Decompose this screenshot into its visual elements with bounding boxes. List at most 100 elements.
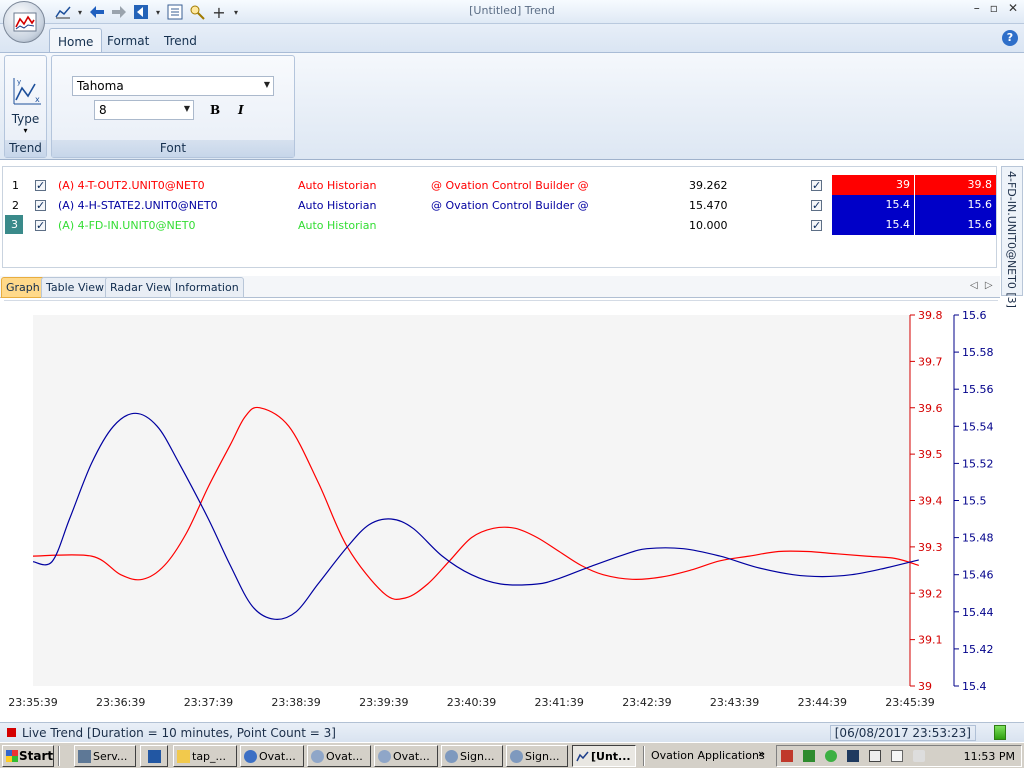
x-tick-label: 23:45:39 — [885, 696, 934, 709]
taskbar-button-label: Sign... — [525, 750, 560, 763]
x-tick-label: 23:43:39 — [710, 696, 759, 709]
plot-area — [33, 315, 910, 686]
taskbar-button-folder[interactable]: tap_... — [173, 745, 237, 767]
application-menu-button[interactable] — [3, 1, 45, 43]
y-tick-label: 15.4 — [962, 680, 987, 693]
pen-scale-low: 15.4 — [832, 195, 914, 215]
taskbar-button-ovation-1[interactable]: Ovat... — [240, 745, 304, 767]
chevron-right-icon[interactable]: » — [758, 747, 765, 760]
volume-muted-icon[interactable] — [913, 750, 925, 762]
y-tick-label: 15.54 — [962, 420, 994, 433]
chevron-down-icon: ▼ — [183, 104, 190, 113]
taskbar-button-trend[interactable]: [Unt... — [572, 745, 636, 767]
pen-scale-checkbox[interactable]: ✓ — [811, 220, 822, 231]
taskbar-button-server[interactable]: Serv... — [74, 745, 136, 767]
pen-scale-checkbox[interactable]: ✓ — [811, 180, 822, 191]
clock: 11:53 PM — [963, 750, 1015, 763]
x-tick-label: 23:39:39 — [359, 696, 408, 709]
taskbar-button-signal-2[interactable]: Sign... — [506, 745, 568, 767]
taskbar-separator — [58, 746, 60, 766]
tab-format[interactable]: Format — [99, 28, 157, 52]
x-tick-label: 23:40:39 — [447, 696, 496, 709]
chevron-down-icon[interactable]: ▾ — [5, 126, 46, 135]
tab-radar-view[interactable]: Radar View — [105, 277, 177, 298]
windows-logo-icon — [6, 750, 18, 762]
font-size-value: 8 — [99, 103, 107, 117]
x-tick-label: 23:41:39 — [534, 696, 583, 709]
binoculars-icon[interactable] — [847, 750, 859, 762]
taskbar-button-label: Ovat... — [326, 750, 363, 763]
trend-chart[interactable]: 23:35:39 23:36:39 23:37:39 23:38:39 23:39:39… — [4, 301, 998, 713]
tab-information[interactable]: Information — [170, 277, 244, 298]
tab-home[interactable]: Home — [49, 28, 103, 52]
live-status-indicator — [7, 728, 16, 737]
monitor-icon[interactable] — [891, 750, 903, 762]
tab-table-view[interactable]: Table View — [41, 277, 110, 298]
pen-index: 2 — [12, 199, 19, 212]
bold-button[interactable]: B — [210, 103, 220, 117]
tab-trend[interactable]: Trend — [156, 28, 205, 52]
type-button-label[interactable]: Type — [5, 112, 46, 126]
toolbar-label[interactable]: Ovation Applications — [651, 749, 765, 762]
y-tick-label: 39.3 — [918, 541, 943, 554]
shield-icon[interactable] — [781, 750, 793, 762]
graph-panel: 23:35:39 23:36:39 23:37:39 23:38:39 23:39:39… — [4, 300, 998, 712]
tab-graph[interactable]: Graph — [1, 277, 45, 298]
taskbar: Start Serv... tap_... Ovat... Ovat... Ov… — [0, 742, 1024, 768]
powershell-icon — [148, 750, 161, 763]
pen-value: 10.000 — [689, 219, 728, 232]
font-name-select[interactable]: Tahoma ▼ — [72, 76, 274, 96]
pen-builder: @ Ovation Control Builder @ — [431, 199, 589, 212]
y-tick-label: 15.48 — [962, 532, 994, 545]
pen-side-tab[interactable]: 4-FD-IN.UNIT0@NET0 [3] — [1001, 166, 1023, 308]
y-tick-label: 39.1 — [918, 634, 943, 647]
taskbar-separator — [643, 746, 645, 766]
taskbar-button-ovation-3[interactable]: Ovat... — [374, 745, 438, 767]
pen-visible-checkbox[interactable]: ✓ — [35, 200, 46, 211]
taskbar-button-powershell[interactable] — [140, 745, 168, 767]
connection-status-icon — [994, 725, 1006, 740]
taskbar-button-ovation-2[interactable]: Ovat... — [307, 745, 371, 767]
trend-type-icon[interactable]: xy — [11, 76, 43, 111]
pen-visible-checkbox[interactable]: ✓ — [35, 220, 46, 231]
pen-row[interactable]: 1 ✓ (A) 4-T-OUT2.UNIT0@NET0 Auto Histori… — [3, 175, 996, 195]
taskbar-button-signal-1[interactable]: Sign... — [441, 745, 503, 767]
view-tab-bar: Graph Table View Radar View Information — [0, 276, 1000, 298]
taskbar-button-label: Ovat... — [393, 750, 430, 763]
network-icon[interactable] — [803, 750, 815, 762]
y-tick-label: 15.6 — [962, 309, 987, 322]
y-tick-label: 39 — [918, 680, 932, 693]
pen-row[interactable]: 2 ✓ (A) 4-H-STATE2.UNIT0@NET0 Auto Histo… — [3, 195, 996, 215]
window-controls: – ▫ ✕ — [974, 1, 1018, 15]
taskbar-button-label: tap_... — [192, 750, 227, 763]
x-tick-label: 23:37:39 — [184, 696, 233, 709]
chevron-right-icon[interactable]: ▷ — [985, 280, 993, 291]
pen-row[interactable]: 3 ✓ (A) 4-FD-IN.UNIT0@NET0 Auto Historia… — [3, 215, 996, 235]
pen-index: 1 — [12, 179, 19, 192]
pen-value: 15.470 — [689, 199, 728, 212]
signal-icon — [510, 750, 523, 763]
minimize-icon[interactable]: – — [974, 1, 980, 15]
side-tab-label: 4-FD-IN.UNIT0@NET0 [3] — [1005, 171, 1018, 308]
start-button[interactable]: Start — [2, 745, 54, 767]
pen-visible-checkbox[interactable]: ✓ — [35, 180, 46, 191]
trend-logo-icon — [13, 12, 37, 32]
chevron-left-icon[interactable]: ◁ — [970, 280, 978, 291]
font-size-select[interactable]: 8 ▼ — [94, 100, 194, 120]
trend-group-label: Trend — [5, 140, 46, 157]
help-icon[interactable]: ? — [1002, 30, 1018, 46]
taskbar-button-label: Ovat... — [259, 750, 296, 763]
y-tick-label: 15.5 — [962, 495, 987, 508]
trend-icon — [576, 751, 589, 762]
pen-name: (A) 4-T-OUT2.UNIT0@NET0 — [58, 179, 205, 192]
x-tick-label: 23:38:39 — [271, 696, 320, 709]
close-icon[interactable]: ✕ — [1008, 1, 1018, 15]
pen-builder: @ Ovation Control Builder @ — [431, 179, 589, 192]
security-icon[interactable] — [825, 750, 837, 762]
svg-text:x: x — [35, 95, 40, 104]
restore-icon[interactable]: ▫ — [990, 1, 998, 15]
start-label: Start — [19, 749, 54, 763]
flag-icon[interactable] — [869, 750, 881, 762]
italic-button[interactable]: I — [238, 103, 244, 117]
pen-scale-checkbox[interactable]: ✓ — [811, 200, 822, 211]
